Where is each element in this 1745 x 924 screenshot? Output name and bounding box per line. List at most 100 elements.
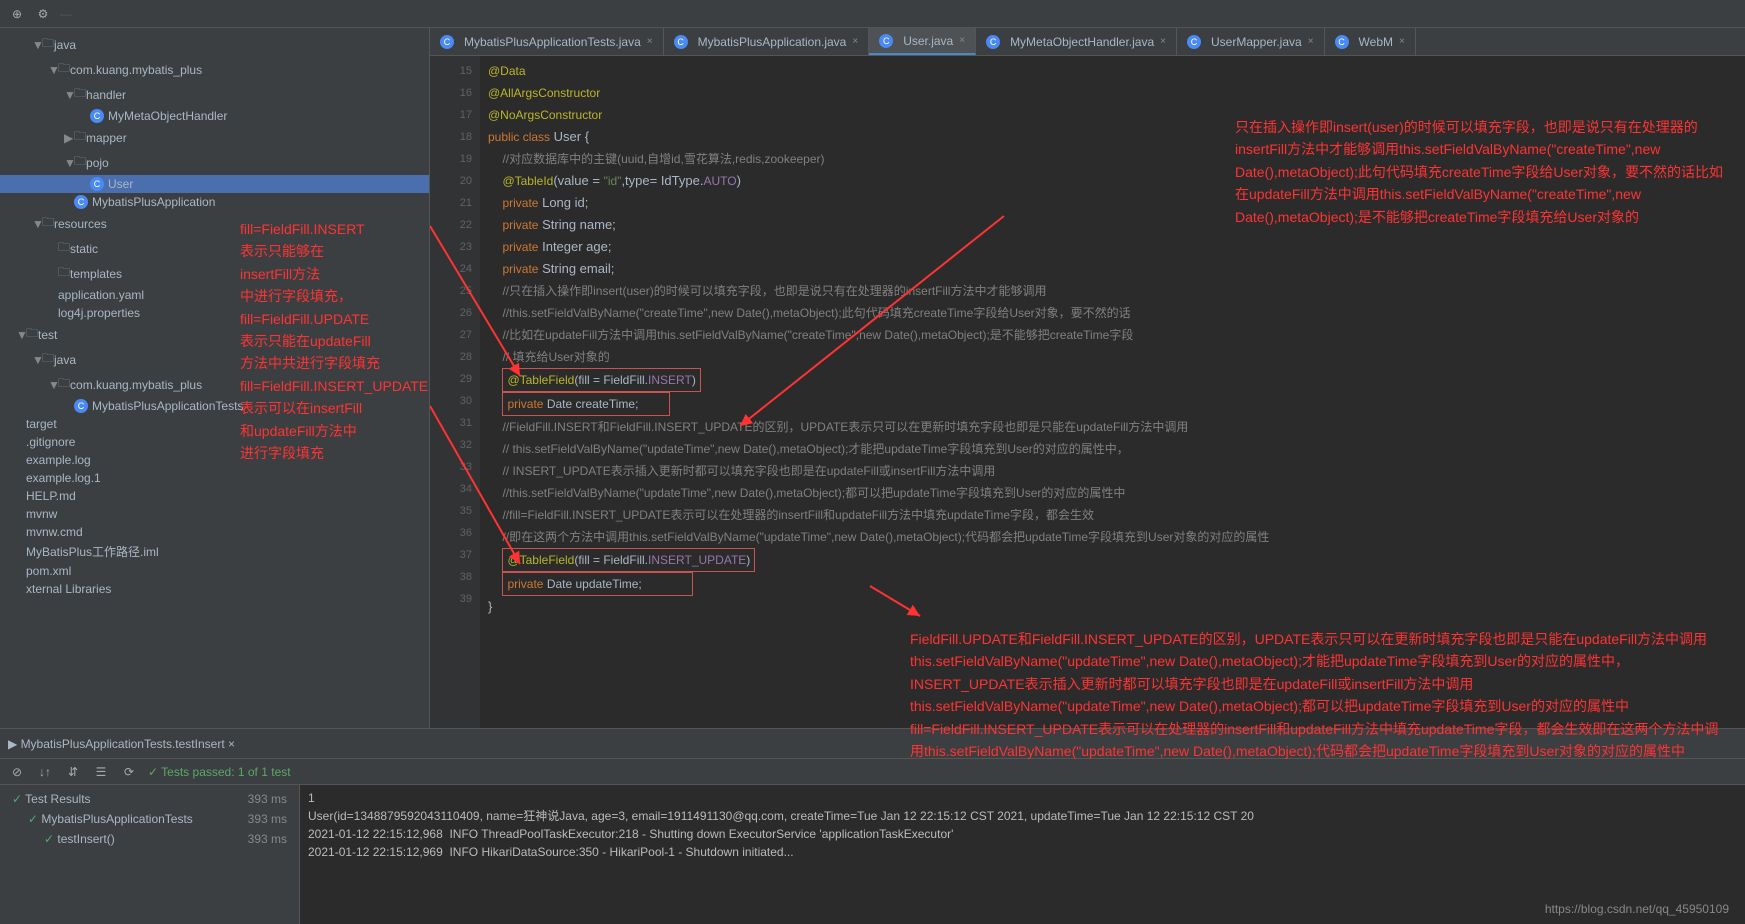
tree-item[interactable]: log4j.properties: [0, 304, 429, 322]
close-icon[interactable]: ×: [1308, 36, 1314, 47]
tree-item-label: MyBatisPlus工作路径.iml: [26, 543, 159, 560]
close-icon[interactable]: ×: [1399, 36, 1405, 47]
toolbar: ⊕ ⚙ —: [0, 0, 1745, 28]
tree-item-label: example.log.1: [26, 471, 101, 485]
tree-item[interactable]: 🗀 templates: [0, 261, 429, 286]
folder-icon: 🗀: [74, 127, 86, 148]
tab-label: UserMapper.java: [1211, 35, 1302, 49]
tree-item[interactable]: ▼🗀 handler: [0, 82, 429, 107]
editor-tab[interactable]: C User.java ×: [869, 28, 976, 55]
class-icon: C: [90, 177, 104, 191]
test-row[interactable]: ✓ MybatisPlusApplicationTests393 ms: [4, 809, 295, 829]
file-icon: C: [986, 35, 1000, 49]
file-icon: C: [879, 34, 893, 48]
tree-item[interactable]: ▶🗀 mapper: [0, 125, 429, 150]
tree-item[interactable]: CMybatisPlusApplicationTests: [0, 397, 429, 415]
tree-item[interactable]: ▼🗀 test: [0, 322, 429, 347]
editor-tab[interactable]: CWebM×: [1325, 28, 1416, 55]
tab-label: WebM: [1359, 35, 1393, 49]
close-icon[interactable]: ×: [647, 36, 653, 47]
collapse-icon[interactable]: ☰: [92, 763, 110, 781]
tab-label: MyMetaObjectHandler.java: [1010, 35, 1154, 49]
tree-item[interactable]: CMybatisPlusApplication: [0, 193, 429, 211]
file-icon: C: [1187, 35, 1201, 49]
editor-tab[interactable]: C UserMapper.java ×: [1177, 28, 1325, 55]
tab-label: MybatisPlusApplicationTests.java: [464, 35, 641, 49]
console-output[interactable]: 1User(id=1348879592043110409, name=狂神说Ja…: [300, 785, 1745, 924]
tree-item[interactable]: mvnw: [0, 505, 429, 523]
tree-item-label: MyMetaObjectHandler: [108, 109, 227, 123]
tree-item[interactable]: ▼🗀 com.kuang.mybatis_plus: [0, 372, 429, 397]
folder-icon: 🗀: [42, 34, 54, 55]
project-tree: ▼🗀 java▼🗀 com.kuang.mybatis_plus▼🗀 handl…: [0, 28, 430, 728]
class-icon: C: [74, 399, 88, 413]
folder-icon: 🗀: [42, 349, 54, 370]
tree-item[interactable]: ▼🗀 pojo: [0, 150, 429, 175]
tree-item-label: MybatisPlusApplication: [92, 195, 215, 209]
tree-item[interactable]: ▼🗀 com.kuang.mybatis_plus: [0, 57, 429, 82]
tree-item[interactable]: C User: [0, 175, 429, 193]
tree-item[interactable]: .gitignore: [0, 433, 429, 451]
tree-item-label: mapper: [86, 131, 127, 145]
tree-item[interactable]: example.log.1: [0, 469, 429, 487]
tree-item-label: HELP.md: [26, 489, 76, 503]
tab-label: User.java: [903, 34, 953, 48]
target-icon[interactable]: ⊕: [8, 5, 26, 23]
tree-item[interactable]: HELP.md: [0, 487, 429, 505]
tree-item[interactable]: xternal Libraries: [0, 580, 429, 598]
editor-tab[interactable]: C MyMetaObjectHandler.java ×: [976, 28, 1177, 55]
editor-tab[interactable]: C MybatisPlusApplicationTests.java ×: [430, 28, 664, 55]
tree-item[interactable]: 🗀 static: [0, 236, 429, 261]
tree-item[interactable]: mvnw.cmd: [0, 523, 429, 541]
tree-item[interactable]: ▼🗀 java: [0, 32, 429, 57]
tree-item[interactable]: MyBatisPlus工作路径.iml: [0, 541, 429, 562]
file-icon: C: [440, 35, 454, 49]
folder-icon: 🗀: [74, 84, 86, 105]
test-row[interactable]: ✓ Test Results393 ms: [4, 789, 295, 809]
tree-item[interactable]: C MyMetaObjectHandler: [0, 107, 429, 125]
test-row[interactable]: ✓ testInsert()393 ms: [4, 829, 295, 849]
check-icon: ✓: [44, 832, 54, 846]
tree-item[interactable]: application.yaml: [0, 286, 429, 304]
tree-item[interactable]: example.log: [0, 451, 429, 469]
tree-item-label: templates: [70, 267, 122, 281]
close-icon[interactable]: ×: [852, 36, 858, 47]
tree-item-label: User: [108, 177, 133, 191]
tab-label: MybatisPlusApplication.java: [698, 35, 847, 49]
tree-item-label: mvnw.cmd: [26, 525, 83, 539]
tree-item-label: .gitignore: [26, 435, 75, 449]
filter-icon[interactable]: ⊘: [8, 763, 26, 781]
sort-icon[interactable]: ↓↑: [36, 763, 54, 781]
tree-item-label: java: [54, 353, 76, 367]
tree-item[interactable]: pom.xml: [0, 562, 429, 580]
folder-icon: 🗀: [58, 263, 70, 284]
test-tree: ✓ Test Results393 ms✓ MybatisPlusApplica…: [0, 785, 300, 924]
file-icon: C: [674, 35, 688, 49]
folder-icon: 🗀: [74, 152, 86, 173]
tree-item-label: pom.xml: [26, 564, 71, 578]
code-content[interactable]: @Data @AllArgsConstructor @NoArgsConstru…: [480, 56, 1745, 728]
tree-item-label: pojo: [86, 156, 109, 170]
run-tab[interactable]: ▶ MybatisPlusApplicationTests.testInsert…: [8, 737, 235, 751]
tree-item-label: resources: [54, 217, 107, 231]
tree-item-label: java: [54, 38, 76, 52]
tests-passed-label: ✓ Tests passed: 1 of 1 test: [148, 765, 291, 779]
tree-item[interactable]: target: [0, 415, 429, 433]
close-icon[interactable]: ×: [1160, 36, 1166, 47]
expand-icon[interactable]: ⇵: [64, 763, 82, 781]
tree-item-label: xternal Libraries: [26, 582, 111, 596]
close-icon[interactable]: ×: [959, 35, 965, 46]
history-icon[interactable]: ⟳: [120, 763, 138, 781]
class-icon: C: [90, 109, 104, 123]
folder-icon: 🗀: [58, 238, 70, 259]
editor-tab[interactable]: C MybatisPlusApplication.java ×: [664, 28, 870, 55]
tree-item[interactable]: ▼🗀 java: [0, 347, 429, 372]
tree-item[interactable]: ▼🗀 resources: [0, 211, 429, 236]
tree-item-label: com.kuang.mybatis_plus: [70, 378, 202, 392]
tree-item-label: target: [26, 417, 57, 431]
tree-item-label: log4j.properties: [58, 306, 140, 320]
tree-item-label: application.yaml: [58, 288, 144, 302]
check-icon: ✓: [12, 792, 22, 806]
gear-icon[interactable]: ⚙: [34, 5, 52, 23]
tree-item-label: test: [38, 328, 57, 342]
